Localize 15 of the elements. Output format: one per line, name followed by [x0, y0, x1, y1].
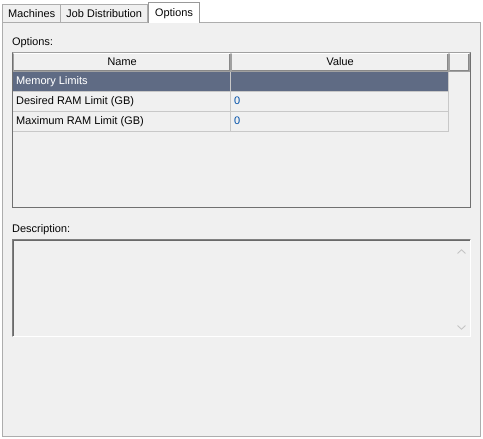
- category-cell[interactable]: Memory Limits: [13, 72, 231, 92]
- property-value-cell[interactable]: 0: [231, 112, 449, 132]
- tab[interactable]: Machines: [2, 4, 62, 22]
- property-name-cell[interactable]: Maximum RAM Limit (GB): [13, 112, 231, 132]
- property-value-cell[interactable]: 0: [231, 92, 449, 112]
- scroll-up-icon[interactable]: [457, 249, 466, 254]
- property-value-cell[interactable]: [231, 72, 449, 92]
- scroll-down-icon[interactable]: [457, 325, 466, 330]
- tab[interactable]: Job Distribution: [60, 4, 148, 22]
- column-header[interactable]: Value: [231, 53, 449, 72]
- property-name-cell[interactable]: Desired RAM Limit (GB): [13, 92, 231, 112]
- options-label: Options:: [12, 35, 54, 50]
- tab[interactable]: Options: [148, 2, 200, 23]
- description-label: Description:: [12, 222, 72, 237]
- column-header[interactable]: Name: [13, 53, 231, 72]
